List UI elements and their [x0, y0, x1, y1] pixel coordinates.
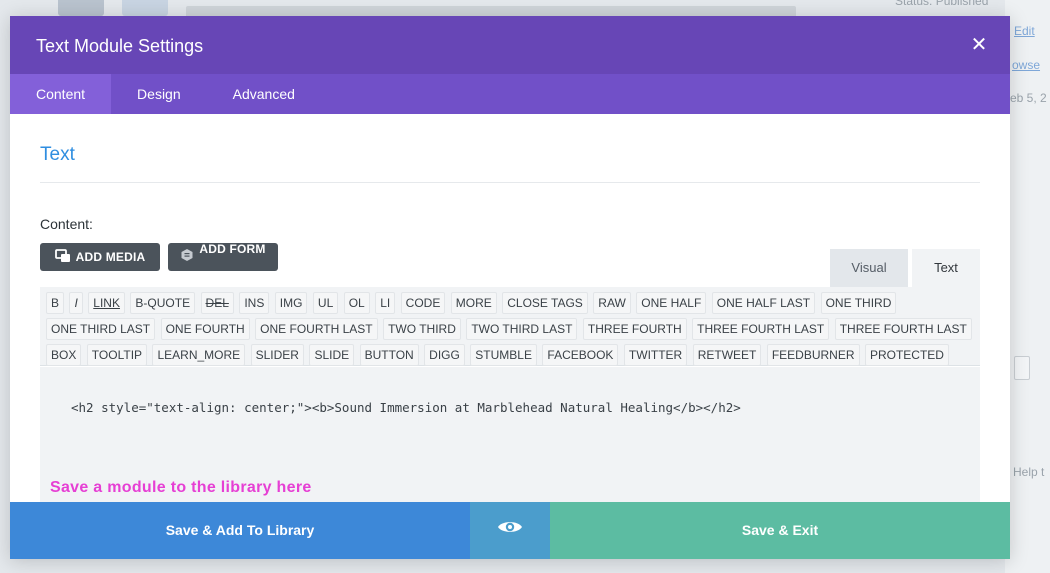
- quicktag-digg[interactable]: DIGG: [424, 344, 465, 366]
- form-icon: [180, 248, 194, 265]
- preview-button[interactable]: [470, 502, 550, 559]
- quicktag-ul[interactable]: UL: [312, 292, 339, 314]
- background-select: [1014, 356, 1030, 380]
- close-icon: ✕: [970, 34, 988, 56]
- modal-body: Text Content: ADD MEDIA ADD FORM Visual …: [10, 114, 1010, 502]
- quicktag-one-third[interactable]: ONE THIRD: [820, 292, 897, 314]
- background-help: Help t: [1013, 465, 1045, 479]
- editor-tab-visual[interactable]: Visual: [830, 249, 908, 287]
- tab-design[interactable]: Design: [111, 74, 207, 114]
- quicktag-tooltip[interactable]: TOOLTIP: [86, 344, 148, 366]
- quicktag-button[interactable]: BUTTON: [359, 344, 419, 366]
- quicktag-stumble[interactable]: STUMBLE: [470, 344, 537, 366]
- content-label: Content:: [40, 216, 93, 232]
- quicktag-twitter[interactable]: TWITTER: [623, 344, 688, 366]
- quicktag-ins[interactable]: INS: [239, 292, 270, 314]
- module-settings-modal: Text Module Settings ✕ Content Design Ad…: [10, 16, 1010, 559]
- background-button: [58, 0, 104, 16]
- add-media-label: ADD MEDIA: [75, 250, 146, 264]
- eye-icon: [497, 502, 523, 559]
- quicktag-three-fourth-last-2[interactable]: THREE FOURTH LAST: [834, 318, 972, 340]
- modal-footer: Save & Add To Library Save & Exit: [10, 502, 1010, 559]
- quicktag-one-third-last[interactable]: ONE THIRD LAST: [46, 318, 156, 340]
- quicktag-two-third[interactable]: TWO THIRD: [383, 318, 461, 340]
- quicktag-i[interactable]: I: [69, 292, 83, 314]
- background-date: eb 5, 2: [1010, 91, 1047, 105]
- add-form-button[interactable]: ADD FORM: [168, 242, 278, 271]
- quicktag-raw[interactable]: RAW: [593, 292, 631, 314]
- quicktag-three-fourth[interactable]: THREE FOURTH: [582, 318, 687, 340]
- quicktag-close-tags[interactable]: CLOSE TAGS: [502, 292, 588, 314]
- quicktag-one-fourth-last[interactable]: ONE FOURTH LAST: [255, 318, 378, 340]
- code-content: <h2 style="text-align: center;"><b>Sound…: [71, 400, 741, 415]
- background-status: Status: Published: [895, 0, 989, 8]
- quicktag-learn-more[interactable]: LEARN_MORE: [152, 344, 246, 366]
- quicktag-retweet[interactable]: RETWEET: [692, 344, 762, 366]
- quicktag-link[interactable]: LINK: [88, 292, 125, 314]
- quicktag-img[interactable]: IMG: [274, 292, 308, 314]
- quicktag-more[interactable]: MORE: [450, 292, 497, 314]
- background-edit-link: Edit: [1014, 24, 1035, 38]
- save-add-to-library-button[interactable]: Save & Add To Library: [10, 502, 470, 559]
- quicktag-protected[interactable]: PROTECTED: [864, 344, 949, 366]
- quicktag-ol[interactable]: OL: [343, 292, 370, 314]
- quicktag-del[interactable]: DEL: [200, 292, 234, 314]
- quicktag-feedburner[interactable]: FEEDBURNER: [766, 344, 860, 366]
- close-button[interactable]: ✕: [968, 34, 990, 56]
- quicktag-b[interactable]: B: [46, 292, 65, 314]
- quicktag-box[interactable]: BOX: [46, 344, 82, 366]
- quicktag-one-fourth[interactable]: ONE FOURTH: [160, 318, 250, 340]
- modal-title: Text Module Settings: [36, 36, 204, 56]
- editor-tab-text[interactable]: Text: [912, 249, 980, 287]
- save-exit-button[interactable]: Save & Exit: [550, 502, 1010, 559]
- section-divider: [40, 182, 980, 183]
- background-sidebar: [1005, 0, 1050, 573]
- modal-header: Text Module Settings ✕: [10, 16, 1010, 74]
- quicktag-slider[interactable]: SLIDER: [250, 344, 304, 366]
- settings-tabs: Content Design Advanced: [10, 74, 1010, 114]
- quicktag-three-fourth-last[interactable]: THREE FOURTH LAST: [692, 318, 830, 340]
- quicktag-li[interactable]: LI: [375, 292, 396, 314]
- section-title[interactable]: Text: [40, 144, 75, 166]
- background-button: [122, 0, 168, 16]
- tab-content[interactable]: Content: [10, 74, 112, 114]
- quicktags-toolbar: B I LINK B-QUOTE DEL INS IMG UL OL LI CO…: [40, 287, 980, 366]
- tab-advanced[interactable]: Advanced: [207, 74, 321, 114]
- add-media-button[interactable]: ADD MEDIA: [40, 243, 160, 271]
- quicktag-b-quote[interactable]: B-QUOTE: [130, 292, 196, 314]
- quicktag-code[interactable]: CODE: [400, 292, 446, 314]
- quicktag-one-half[interactable]: ONE HALF: [636, 292, 707, 314]
- quicktag-slide[interactable]: SLIDE: [309, 344, 355, 366]
- quicktag-two-third-last[interactable]: TWO THIRD LAST: [466, 318, 578, 340]
- background-browse-link: owse: [1012, 58, 1041, 72]
- annotation-text: Save a module to the library here: [50, 479, 312, 496]
- quicktag-facebook[interactable]: FACEBOOK: [542, 344, 619, 366]
- media-icon: [54, 248, 71, 266]
- quicktag-one-half-last[interactable]: ONE HALF LAST: [711, 292, 816, 314]
- add-form-label: ADD FORM: [199, 242, 266, 256]
